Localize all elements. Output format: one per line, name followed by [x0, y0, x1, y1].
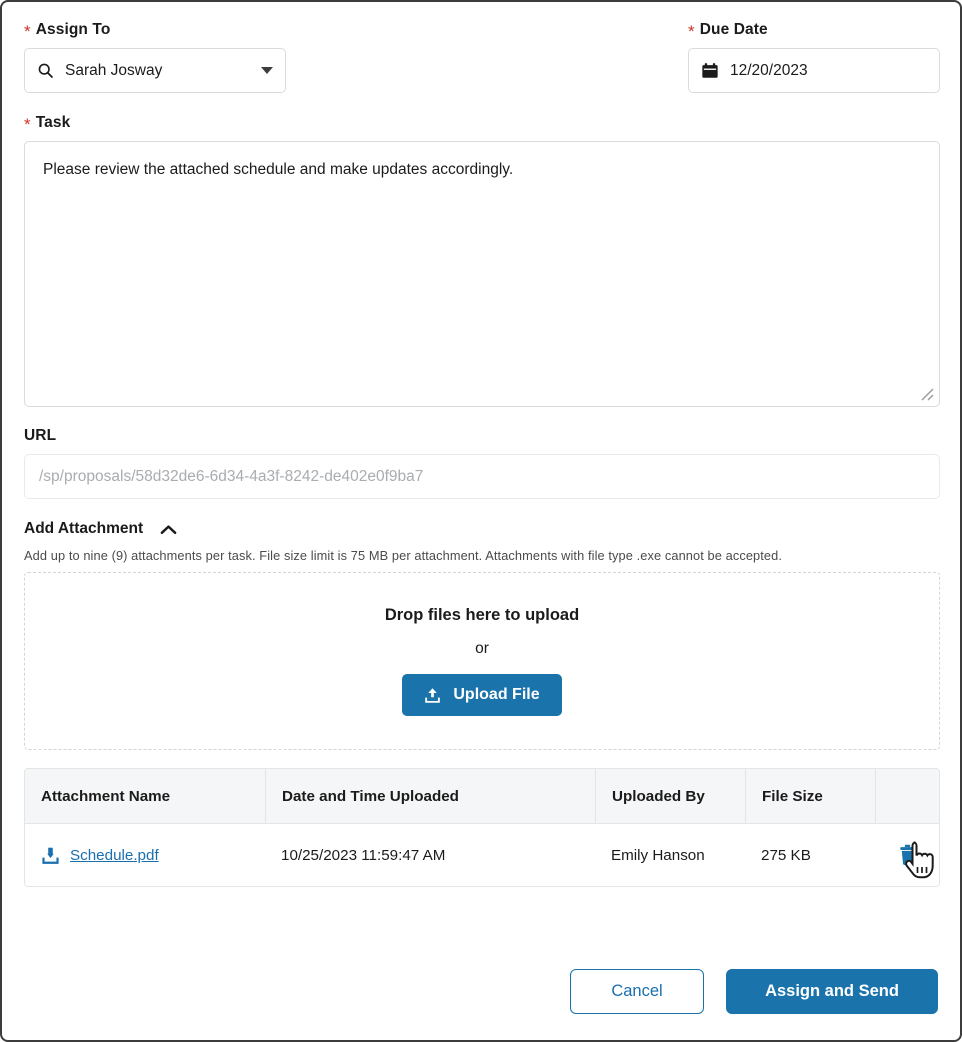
- attachment-file-link[interactable]: Schedule.pdf: [70, 847, 159, 864]
- task-field-group: * Task Please review the attached schedu…: [24, 113, 940, 407]
- url-field-group: URL /sp/proposals/58d32de6-6d34-4a3f-824…: [24, 427, 940, 499]
- dropzone-title: Drop files here to upload: [385, 606, 579, 625]
- task-textarea[interactable]: Please review the attached schedule and …: [24, 141, 940, 407]
- due-date-label-text: Due Date: [700, 21, 768, 39]
- required-asterisk: *: [688, 23, 695, 40]
- task-label: * Task: [24, 113, 940, 132]
- assign-to-value: Sarah Josway: [65, 62, 250, 80]
- url-label: URL: [24, 427, 940, 445]
- download-icon[interactable]: [41, 846, 60, 865]
- dialog-footer: Cancel Assign and Send: [2, 958, 960, 1040]
- assign-to-select[interactable]: Sarah Josway: [24, 48, 286, 93]
- due-date-label: * Due Date: [688, 20, 940, 39]
- column-header-file-size: File Size: [745, 769, 875, 823]
- assign-to-label-text: Assign To: [36, 21, 111, 39]
- column-header-uploaded-by: Uploaded By: [595, 769, 745, 823]
- chevron-down-icon[interactable]: [261, 67, 273, 74]
- assign-to-label: * Assign To: [24, 20, 286, 39]
- cell-attachment-name: Schedule.pdf: [25, 824, 265, 886]
- cell-date-uploaded: 10/25/2023 11:59:47 AM: [265, 824, 595, 886]
- due-date-value: 12/20/2023: [730, 62, 927, 80]
- url-input[interactable]: /sp/proposals/58d32de6-6d34-4a3f-8242-de…: [24, 454, 940, 499]
- column-header-actions: [875, 769, 939, 823]
- column-header-attachment-name: Attachment Name: [25, 769, 265, 823]
- column-header-date-uploaded: Date and Time Uploaded: [265, 769, 595, 823]
- due-date-input[interactable]: 12/20/2023: [688, 48, 940, 93]
- url-label-text: URL: [24, 427, 56, 445]
- dropzone-or-text: or: [475, 640, 489, 658]
- cancel-button-label: Cancel: [611, 982, 662, 1001]
- assign-and-send-button[interactable]: Assign and Send: [726, 969, 938, 1014]
- cell-uploaded-by: Emily Hanson: [595, 824, 745, 886]
- cell-file-size: 275 KB: [745, 824, 875, 886]
- due-date-field-group: * Due Date 12/20/2023: [688, 20, 940, 93]
- add-attachment-header: Add Attachment: [24, 520, 940, 538]
- calendar-icon[interactable]: [701, 62, 719, 80]
- upload-icon: [424, 687, 441, 704]
- required-asterisk: *: [24, 23, 31, 40]
- task-label-text: Task: [36, 114, 71, 132]
- cell-actions: [875, 824, 939, 886]
- url-placeholder: /sp/proposals/58d32de6-6d34-4a3f-8242-de…: [39, 468, 423, 486]
- trash-icon[interactable]: [897, 844, 918, 867]
- assign-to-field-group: * Assign To Sarah Josway: [24, 20, 286, 93]
- required-asterisk: *: [24, 116, 31, 133]
- add-attachment-note: Add up to nine (9) attachments per task.…: [24, 548, 940, 563]
- assign-and-send-button-label: Assign and Send: [765, 982, 899, 1001]
- table-row: Schedule.pdf 10/25/2023 11:59:47 AM Emil…: [25, 824, 939, 886]
- attachments-table: Attachment Name Date and Time Uploaded U…: [24, 768, 940, 887]
- top-fields-row: * Assign To Sarah Josway * Due Date: [24, 20, 940, 93]
- upload-file-button[interactable]: Upload File: [402, 674, 561, 716]
- add-attachment-section: Add Attachment Add up to nine (9) attach…: [24, 520, 940, 887]
- table-header-row: Attachment Name Date and Time Uploaded U…: [25, 769, 939, 824]
- assign-task-dialog: * Assign To Sarah Josway * Due Date: [0, 0, 962, 1042]
- search-icon: [37, 62, 54, 79]
- cancel-button[interactable]: Cancel: [570, 969, 704, 1014]
- chevron-up-icon[interactable]: [159, 523, 178, 536]
- add-attachment-title: Add Attachment: [24, 520, 143, 538]
- resize-grip-icon[interactable]: [918, 385, 936, 403]
- upload-file-button-label: Upload File: [453, 686, 539, 704]
- file-dropzone[interactable]: Drop files here to upload or Upload File: [24, 572, 940, 750]
- task-textarea-value: Please review the attached schedule and …: [43, 161, 513, 178]
